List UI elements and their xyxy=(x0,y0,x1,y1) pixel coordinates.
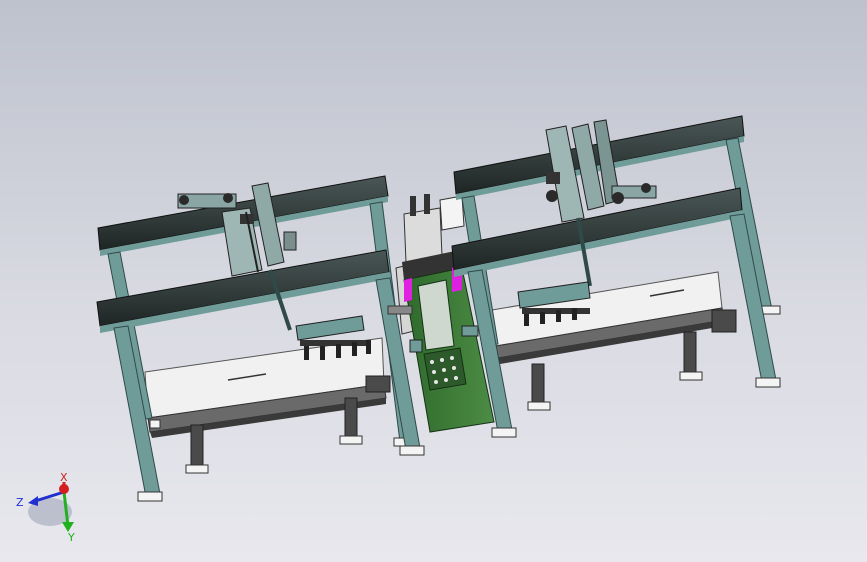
left-station xyxy=(96,175,425,502)
triad-z-label: Z xyxy=(16,496,24,509)
cad-viewport[interactable]: X Z Y xyxy=(0,0,867,562)
triad-y-label: Y xyxy=(67,531,75,544)
right-gantry-carriage xyxy=(545,119,657,223)
right-station xyxy=(451,115,781,438)
triad-x-label: X xyxy=(60,471,68,484)
assembly-model[interactable]: X Z Y xyxy=(0,0,867,562)
coordinate-triad-icon: X Z Y xyxy=(16,471,75,544)
